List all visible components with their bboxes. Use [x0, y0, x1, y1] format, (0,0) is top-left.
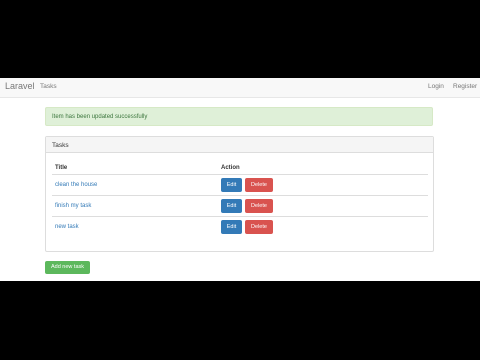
edit-button[interactable]: Edit [221, 199, 242, 213]
tasks-panel: Tasks Title Action clean the house Edit D… [45, 136, 434, 252]
nav-link-register[interactable]: Register [453, 83, 477, 90]
nav-link-tasks[interactable]: Tasks [40, 83, 57, 90]
navbar-brand[interactable]: Laravel [5, 81, 35, 91]
table-header-row: Title Action [52, 161, 428, 175]
navbar: Laravel Tasks Login Register [0, 78, 480, 98]
table-row: new task Edit Delete [52, 217, 428, 238]
delete-button[interactable]: Delete [245, 178, 273, 192]
edit-button[interactable]: Edit [221, 178, 242, 192]
add-new-task-button[interactable]: Add new task [45, 261, 90, 274]
edit-button[interactable]: Edit [221, 220, 242, 234]
task-title-link[interactable]: new task [55, 224, 79, 230]
table-row: finish my task Edit Delete [52, 195, 428, 217]
tasks-table: Title Action clean the house Edit Delete … [52, 161, 428, 237]
page: Laravel Tasks Login Register Item has be… [0, 78, 480, 281]
delete-button[interactable]: Delete [245, 199, 273, 213]
column-header-action: Action [218, 161, 428, 175]
task-title-link[interactable]: finish my task [55, 203, 91, 209]
nav-link-login[interactable]: Login [428, 83, 444, 90]
table-row: clean the house Edit Delete [52, 174, 428, 196]
task-title-link[interactable]: clean the house [55, 182, 97, 188]
panel-heading: Tasks [46, 137, 433, 153]
alert-message: Item has been updated successfully [52, 114, 148, 120]
delete-button[interactable]: Delete [245, 220, 273, 234]
column-header-title: Title [52, 161, 218, 175]
success-alert: Item has been updated successfully [45, 107, 433, 126]
